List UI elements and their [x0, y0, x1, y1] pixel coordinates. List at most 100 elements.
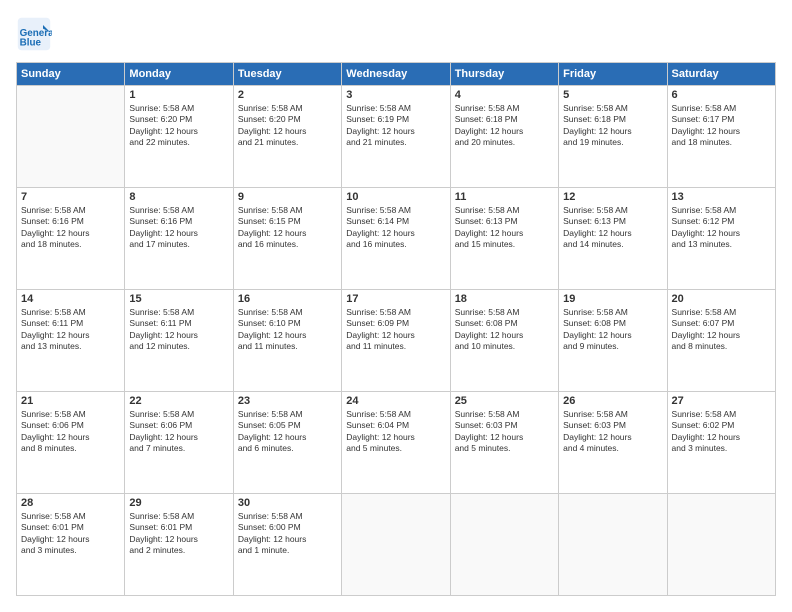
calendar-day-cell: 15 Sunrise: 5:58 AM Sunset: 6:11 PM Dayli…: [125, 290, 233, 392]
calendar-day-cell: 25 Sunrise: 5:58 AM Sunset: 6:03 PM Dayli…: [450, 392, 558, 494]
calendar-body: 1 Sunrise: 5:58 AM Sunset: 6:20 PM Daylig…: [17, 86, 776, 596]
calendar-week-row: 1 Sunrise: 5:58 AM Sunset: 6:20 PM Daylig…: [17, 86, 776, 188]
calendar-day-cell: 4Sunrise: 5:58 AM Sunset: 6:18 PM Daylig…: [450, 86, 558, 188]
day-number: 6: [672, 89, 771, 101]
day-info: Sunrise: 5:58 AM Sunset: 6:18 PM Dayligh…: [563, 103, 662, 149]
day-number: 2: [238, 89, 337, 101]
day-info: Sunrise: 5:58 AM Sunset: 6:20 PM Dayligh…: [238, 103, 337, 149]
day-number: 14: [21, 293, 120, 305]
calendar-header-cell: Thursday: [450, 63, 558, 86]
day-info: Sunrise: 5:58 AM Sunset: 6:04 PM Dayligh…: [346, 409, 445, 455]
day-number: 16: [238, 293, 337, 305]
day-info: Sunrise: 5:58 AM Sunset: 6:16 PM Dayligh…: [21, 205, 120, 251]
calendar-week-row: 28 Sunrise: 5:58 AM Sunset: 6:01 PM Dayli…: [17, 494, 776, 596]
day-info: Sunrise: 5:58 AM Sunset: 6:07 PM Dayligh…: [672, 307, 771, 353]
day-number: 21: [21, 395, 120, 407]
calendar-day-cell: 20 Sunrise: 5:58 AM Sunset: 6:07 PM Dayli…: [667, 290, 775, 392]
calendar-day-cell: 16 Sunrise: 5:58 AM Sunset: 6:10 PM Dayli…: [233, 290, 341, 392]
day-info: Sunrise: 5:58 AM Sunset: 6:11 PM Dayligh…: [129, 307, 228, 353]
calendar-day-cell: 7 Sunrise: 5:58 AM Sunset: 6:16 PM Daylig…: [17, 188, 125, 290]
day-info: Sunrise: 5:58 AM Sunset: 6:16 PM Dayligh…: [129, 205, 228, 251]
calendar-day-cell: 21 Sunrise: 5:58 AM Sunset: 6:06 PM Dayli…: [17, 392, 125, 494]
svg-text:Blue: Blue: [20, 38, 42, 49]
calendar-week-row: 7 Sunrise: 5:58 AM Sunset: 6:16 PM Daylig…: [17, 188, 776, 290]
day-info: Sunrise: 5:58 AM Sunset: 6:09 PM Dayligh…: [346, 307, 445, 353]
day-info: Sunrise: 5:58 AM Sunset: 6:15 PM Dayligh…: [238, 205, 337, 251]
calendar-header-cell: Friday: [559, 63, 667, 86]
calendar-day-cell: [667, 494, 775, 596]
day-number: 3: [346, 89, 445, 101]
day-info: Sunrise: 5:58 AM Sunset: 6:17 PM Dayligh…: [672, 103, 771, 149]
day-number: 24: [346, 395, 445, 407]
calendar-header-cell: Monday: [125, 63, 233, 86]
calendar-table: SundayMondayTuesdayWednesdayThursdayFrid…: [16, 62, 776, 596]
day-number: 5: [563, 89, 662, 101]
day-number: 7: [21, 191, 120, 203]
calendar-header-cell: Saturday: [667, 63, 775, 86]
calendar-day-cell: [342, 494, 450, 596]
day-number: 28: [21, 497, 120, 509]
calendar-day-cell: 2 Sunrise: 5:58 AM Sunset: 6:20 PM Daylig…: [233, 86, 341, 188]
calendar-day-cell: 1 Sunrise: 5:58 AM Sunset: 6:20 PM Daylig…: [125, 86, 233, 188]
day-info: Sunrise: 5:58 AM Sunset: 6:12 PM Dayligh…: [672, 205, 771, 251]
calendar-day-cell: 3 Sunrise: 5:58 AM Sunset: 6:19 PM Daylig…: [342, 86, 450, 188]
day-number: 13: [672, 191, 771, 203]
day-info: Sunrise: 5:58 AM Sunset: 6:10 PM Dayligh…: [238, 307, 337, 353]
calendar-week-row: 21 Sunrise: 5:58 AM Sunset: 6:06 PM Dayli…: [17, 392, 776, 494]
day-number: 25: [455, 395, 554, 407]
logo-icon: General Blue: [16, 16, 52, 52]
calendar-header-cell: Wednesday: [342, 63, 450, 86]
day-number: 8: [129, 191, 228, 203]
day-number: 11: [455, 191, 554, 203]
day-number: 12: [563, 191, 662, 203]
calendar-day-cell: [559, 494, 667, 596]
day-number: 29: [129, 497, 228, 509]
calendar-day-cell: 23Sunrise: 5:58 AM Sunset: 6:05 PM Dayli…: [233, 392, 341, 494]
calendar-day-cell: 29 Sunrise: 5:58 AM Sunset: 6:01 PM Dayli…: [125, 494, 233, 596]
calendar-day-cell: 28 Sunrise: 5:58 AM Sunset: 6:01 PM Dayli…: [17, 494, 125, 596]
calendar-day-cell: 6 Sunrise: 5:58 AM Sunset: 6:17 PM Daylig…: [667, 86, 775, 188]
day-info: Sunrise: 5:58 AM Sunset: 6:19 PM Dayligh…: [346, 103, 445, 149]
day-info: Sunrise: 5:58 AM Sunset: 6:00 PM Dayligh…: [238, 511, 337, 557]
day-number: 30: [238, 497, 337, 509]
calendar-day-cell: 27Sunrise: 5:58 AM Sunset: 6:02 PM Dayli…: [667, 392, 775, 494]
day-number: 26: [563, 395, 662, 407]
calendar-day-cell: 10Sunrise: 5:58 AM Sunset: 6:14 PM Dayli…: [342, 188, 450, 290]
day-info: Sunrise: 5:58 AM Sunset: 6:05 PM Dayligh…: [238, 409, 337, 455]
day-number: 19: [563, 293, 662, 305]
day-info: Sunrise: 5:58 AM Sunset: 6:03 PM Dayligh…: [563, 409, 662, 455]
logo: General Blue: [16, 16, 56, 52]
day-info: Sunrise: 5:58 AM Sunset: 6:13 PM Dayligh…: [455, 205, 554, 251]
day-number: 18: [455, 293, 554, 305]
day-info: Sunrise: 5:58 AM Sunset: 6:11 PM Dayligh…: [21, 307, 120, 353]
day-number: 9: [238, 191, 337, 203]
calendar-day-cell: 8 Sunrise: 5:58 AM Sunset: 6:16 PM Daylig…: [125, 188, 233, 290]
day-info: Sunrise: 5:58 AM Sunset: 6:20 PM Dayligh…: [129, 103, 228, 149]
day-info: Sunrise: 5:58 AM Sunset: 6:01 PM Dayligh…: [129, 511, 228, 557]
day-info: Sunrise: 5:58 AM Sunset: 6:03 PM Dayligh…: [455, 409, 554, 455]
day-info: Sunrise: 5:58 AM Sunset: 6:08 PM Dayligh…: [563, 307, 662, 353]
calendar-day-cell: 9 Sunrise: 5:58 AM Sunset: 6:15 PM Daylig…: [233, 188, 341, 290]
calendar-day-cell: 11 Sunrise: 5:58 AM Sunset: 6:13 PM Dayli…: [450, 188, 558, 290]
day-number: 22: [129, 395, 228, 407]
calendar-day-cell: 13 Sunrise: 5:58 AM Sunset: 6:12 PM Dayli…: [667, 188, 775, 290]
calendar-day-cell: [17, 86, 125, 188]
calendar-day-cell: 22Sunrise: 5:58 AM Sunset: 6:06 PM Dayli…: [125, 392, 233, 494]
day-info: Sunrise: 5:58 AM Sunset: 6:13 PM Dayligh…: [563, 205, 662, 251]
calendar-header-cell: Tuesday: [233, 63, 341, 86]
calendar-header-row: SundayMondayTuesdayWednesdayThursdayFrid…: [17, 63, 776, 86]
day-number: 1: [129, 89, 228, 101]
day-info: Sunrise: 5:58 AM Sunset: 6:01 PM Dayligh…: [21, 511, 120, 557]
calendar-day-cell: 17Sunrise: 5:58 AM Sunset: 6:09 PM Dayli…: [342, 290, 450, 392]
header: General Blue: [16, 16, 776, 52]
day-info: Sunrise: 5:58 AM Sunset: 6:06 PM Dayligh…: [21, 409, 120, 455]
day-number: 15: [129, 293, 228, 305]
calendar-day-cell: 14 Sunrise: 5:58 AM Sunset: 6:11 PM Dayli…: [17, 290, 125, 392]
calendar-day-cell: 26 Sunrise: 5:58 AM Sunset: 6:03 PM Dayli…: [559, 392, 667, 494]
calendar-day-cell: 24 Sunrise: 5:58 AM Sunset: 6:04 PM Dayli…: [342, 392, 450, 494]
day-number: 4: [455, 89, 554, 101]
day-info: Sunrise: 5:58 AM Sunset: 6:14 PM Dayligh…: [346, 205, 445, 251]
day-number: 20: [672, 293, 771, 305]
page: General Blue SundayMondayTuesdayWednesda…: [0, 0, 792, 612]
calendar-day-cell: 18Sunrise: 5:58 AM Sunset: 6:08 PM Dayli…: [450, 290, 558, 392]
